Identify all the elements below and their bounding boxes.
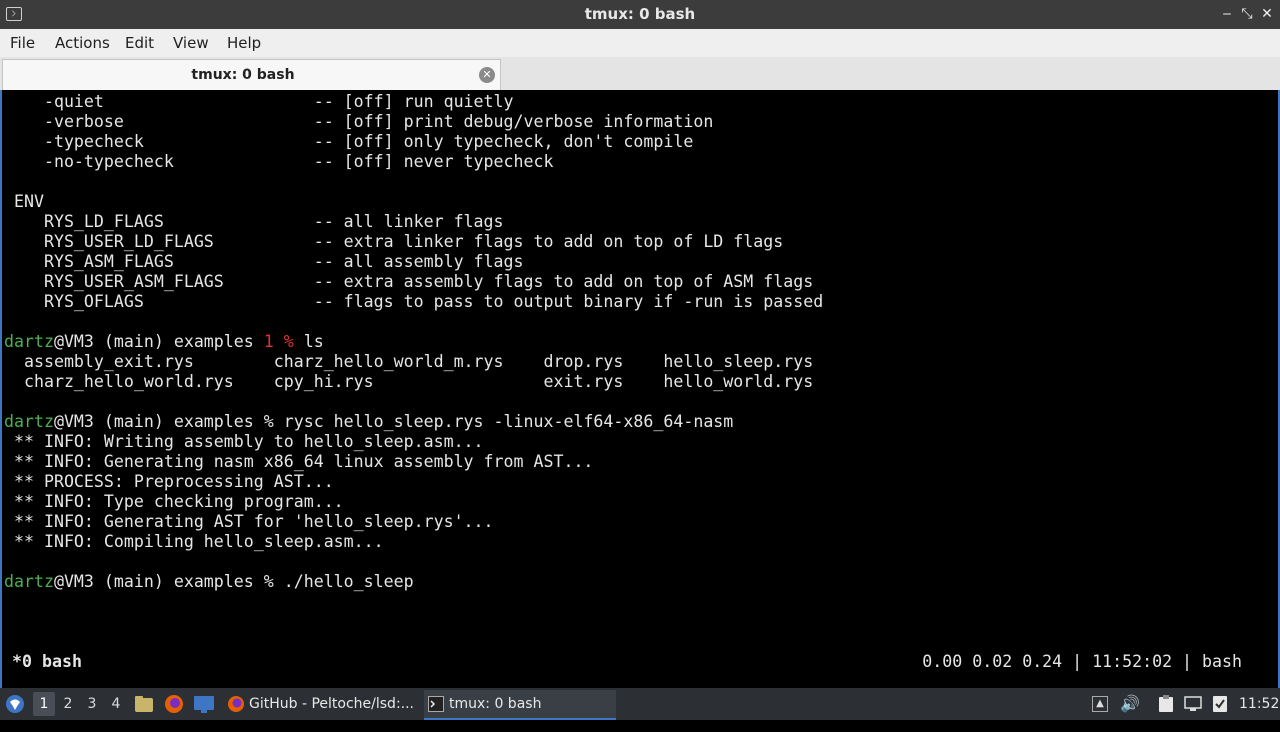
terminal-line: -typecheck -- [off] only typecheck, don'… [4, 132, 1274, 152]
volume-icon[interactable]: 🔊 [1120, 688, 1140, 720]
terminal-task-icon [428, 696, 444, 712]
menu-edit[interactable]: Edit [125, 29, 154, 57]
terminal-text: RYS_LD_FLAGS -- all linker flags [4, 212, 504, 231]
terminal-line: ** INFO: Generating AST for 'hello_sleep… [4, 512, 1274, 532]
tmux-window-name[interactable]: *0 bash [12, 652, 82, 672]
desktop-icon[interactable] [193, 695, 215, 713]
terminal-text: -no-typecheck -- [off] never typecheck [4, 152, 554, 171]
terminal-text: ** INFO: Generating AST for 'hello_sleep… [4, 512, 494, 531]
exit-code: 1 % [263, 332, 294, 351]
terminal-text: assembly_exit.rys charz_hello_world_m.ry… [4, 352, 814, 371]
terminal-text: ** INFO: Writing assembly to hello_sleep… [4, 432, 484, 451]
menu-help[interactable]: Help [227, 29, 261, 57]
tmux-status-right: 0.00 0.02 0.24 | 11:52:02 | bash [922, 652, 1242, 671]
clipboard-icon[interactable] [1157, 695, 1175, 713]
task-firefox-label: GitHub - Peltoche/lsd:... [249, 696, 414, 712]
terminal-line: ** INFO: Writing assembly to hello_sleep… [4, 432, 1274, 452]
minimize-icon[interactable]: ‒ [1217, 4, 1237, 24]
terminal-text: @VM3 (main) examples % rysc hello_sleep.… [53, 412, 734, 431]
tab-label: tmux: 0 bash [191, 67, 295, 83]
terminal-line: RYS_USER_ASM_FLAGS -- extra assembly fla… [4, 272, 1274, 292]
terminal-text: RYS_USER_LD_FLAGS -- extra linker flags … [4, 232, 784, 251]
prompt-user: dartz [4, 412, 54, 431]
taskbar: 1 2 3 4 GitHub - Peltoche/lsd:... tmux: … [0, 688, 1280, 720]
terminal-text: @VM3 (main) examples % ./hello_sleep [53, 572, 414, 591]
app-menu-icon[interactable] [5, 694, 25, 714]
file-manager-icon[interactable] [134, 695, 154, 713]
terminal-line: RYS_ASM_FLAGS -- all assembly flags [4, 252, 1274, 272]
updates-icon[interactable] [1211, 695, 1229, 713]
terminal-line: RYS_LD_FLAGS -- all linker flags [4, 212, 1274, 232]
menu-file[interactable]: File [10, 29, 35, 57]
window-titlebar: tmux: 0 bash ‒ ⤡ ✕ [0, 0, 1280, 29]
menu-actions[interactable]: Actions [55, 29, 110, 57]
task-tmux[interactable]: tmux: 0 bash [424, 690, 616, 720]
tab-close-icon[interactable]: ✕ [479, 67, 495, 83]
tab-bar: tmux: 0 bash ✕ [0, 57, 1280, 91]
terminal-line: ENV [4, 192, 1274, 212]
prompt-user: dartz [4, 572, 54, 591]
close-icon[interactable]: ✕ [1257, 4, 1277, 24]
tmux-status-bar: *0 bash 0.00 0.02 0.24 | 11:52:02 | bash [2, 652, 1278, 672]
terminal-text: -typecheck -- [off] only typecheck, don'… [4, 132, 694, 151]
task-tmux-label: tmux: 0 bash [449, 696, 542, 712]
terminal-line: RYS_USER_LD_FLAGS -- extra linker flags … [4, 232, 1274, 252]
workspace-3[interactable]: 3 [81, 692, 103, 716]
terminal-text: RYS_ASM_FLAGS -- all assembly flags [4, 252, 524, 271]
terminal-line: ** INFO: Generating nasm x86_64 linux as… [4, 452, 1274, 472]
terminal-text: ** PROCESS: Preprocessing AST... [4, 472, 334, 491]
terminal-text: ** INFO: Compiling hello_sleep.asm... [4, 532, 384, 551]
terminal-line: ** PROCESS: Preprocessing AST... [4, 472, 1274, 492]
terminal-line: -no-typecheck -- [off] never typecheck [4, 152, 1274, 172]
terminal-text: RYS_OFLAGS -- flags to pass to output bi… [4, 292, 824, 311]
firefox-icon[interactable] [164, 694, 184, 714]
tab-tmux[interactable]: tmux: 0 bash ✕ [2, 59, 501, 90]
maximize-icon[interactable]: ⤡ [1237, 4, 1257, 24]
prompt-user: dartz [4, 332, 54, 351]
terminal-line: dartz@VM3 (main) examples 1 % ls [4, 332, 1274, 352]
workspace-4[interactable]: 4 [105, 692, 127, 716]
terminal-line: dartz@VM3 (main) examples % ./hello_slee… [4, 572, 1274, 592]
terminal-text: RYS_USER_ASM_FLAGS -- extra assembly fla… [4, 272, 814, 291]
terminal-line: -quiet -- [off] run quietly [4, 92, 1274, 112]
terminal-line: ** INFO: Type checking program... [4, 492, 1274, 512]
terminal-output: -quiet -- [off] run quietly -verbose -- … [4, 92, 1274, 592]
terminal-text: ls [293, 332, 324, 351]
terminal-line: RYS_OFLAGS -- flags to pass to output bi… [4, 292, 1274, 312]
task-firefox[interactable]: GitHub - Peltoche/lsd:... [224, 690, 414, 718]
terminal-text: charz_hello_world.rys cpy_hi.rys exit.ry… [4, 372, 814, 391]
terminal-text: @VM3 (main) examples [53, 332, 264, 351]
terminal-line: charz_hello_world.rys cpy_hi.rys exit.ry… [4, 372, 1274, 392]
firefox-task-icon [228, 696, 244, 712]
menu-view[interactable]: View [173, 29, 209, 57]
terminal-text: -verbose -- [off] print debug/verbose in… [4, 112, 714, 131]
clock[interactable]: 11:52 [1239, 688, 1279, 720]
terminal-line: -verbose -- [off] print debug/verbose in… [4, 112, 1274, 132]
terminal-text: ** INFO: Type checking program... [4, 492, 344, 511]
terminal-line: ** INFO: Compiling hello_sleep.asm... [4, 532, 1274, 552]
window-title: tmux: 0 bash [584, 5, 696, 23]
workspace-1[interactable]: 1 [33, 692, 55, 716]
terminal-line: dartz@VM3 (main) examples % rysc hello_s… [4, 412, 1274, 432]
network-icon[interactable] [1184, 695, 1202, 713]
terminal-area[interactable]: -quiet -- [off] run quietly -verbose -- … [0, 90, 1280, 688]
workspace-2[interactable]: 2 [57, 692, 79, 716]
tray-up-icon[interactable]: ▲ [1092, 696, 1108, 712]
terminal-line: assembly_exit.rys charz_hello_world_m.ry… [4, 352, 1274, 372]
terminal-text: ** INFO: Generating nasm x86_64 linux as… [4, 452, 594, 471]
menu-bar: File Actions Edit View Help [0, 29, 1280, 57]
terminal-text: ENV [4, 192, 44, 211]
terminal-text: -quiet -- [off] run quietly [4, 92, 514, 111]
